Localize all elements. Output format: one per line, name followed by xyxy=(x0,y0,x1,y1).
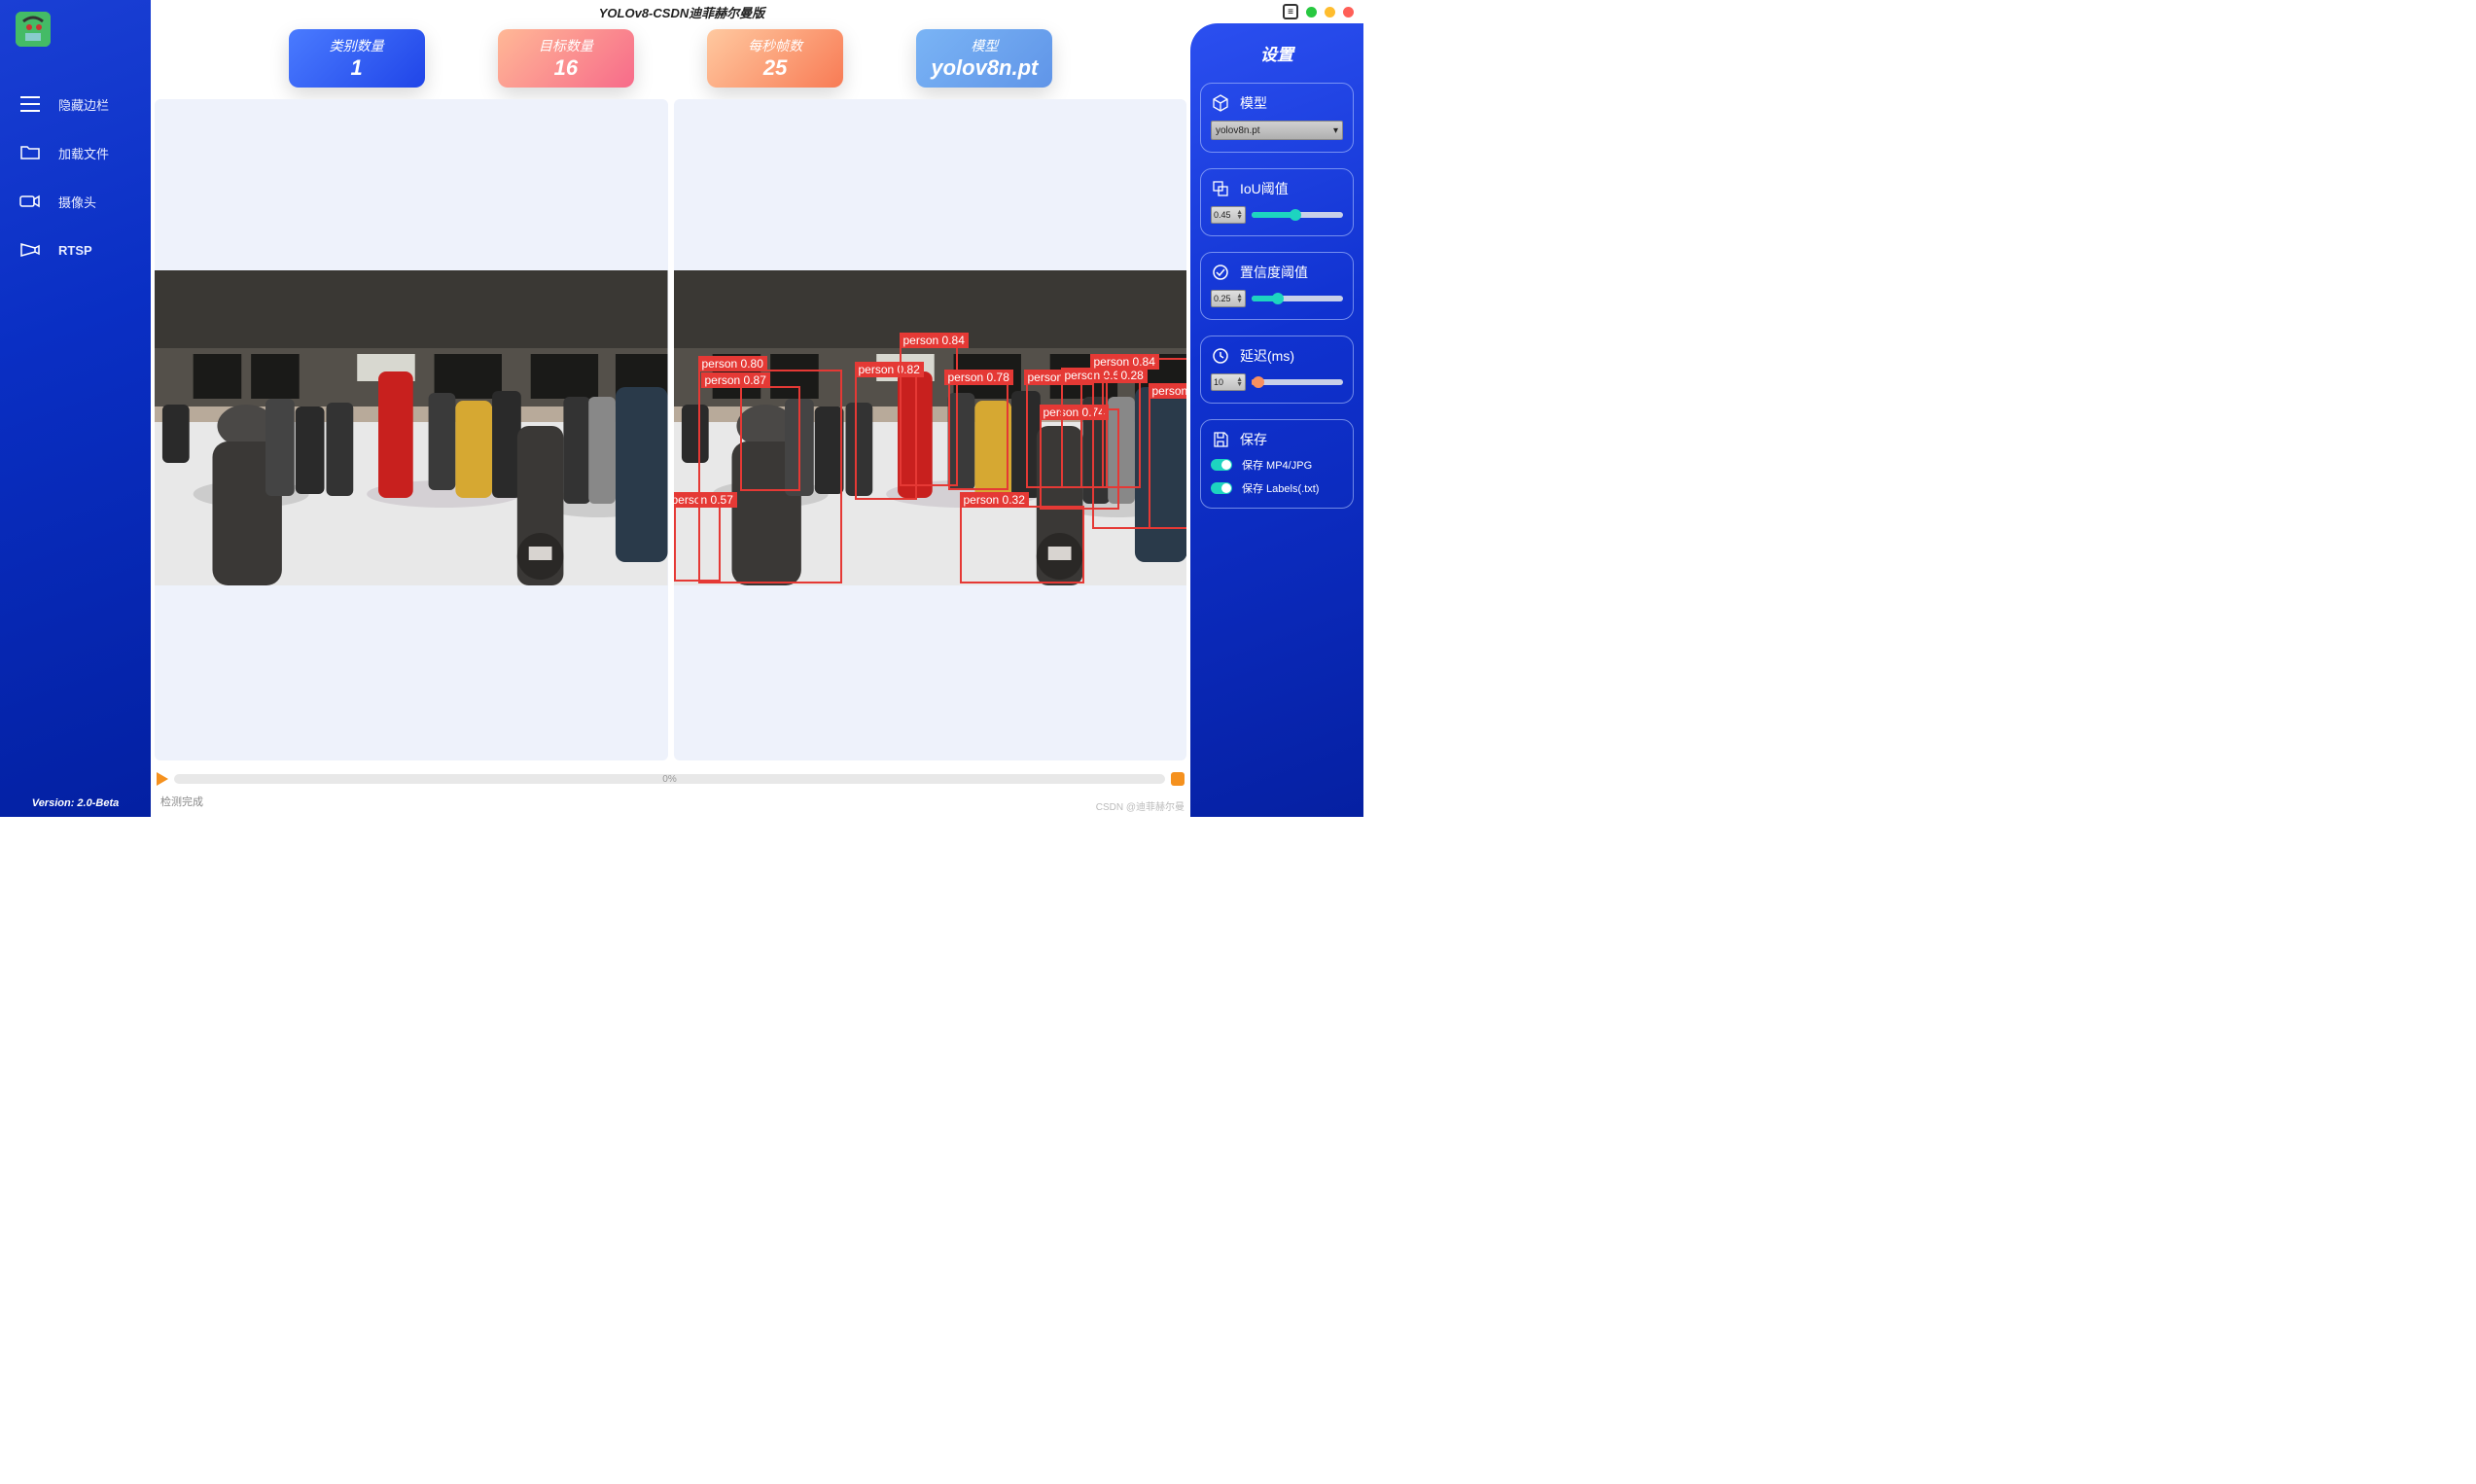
delay-value-box[interactable]: 10▲▼ xyxy=(1211,373,1246,391)
chevron-down-icon: ▾ xyxy=(1333,125,1338,136)
detection-bbox xyxy=(1149,383,1187,529)
cube-icon xyxy=(1211,93,1230,113)
delay-label: 延迟(ms) xyxy=(1240,346,1294,366)
progress-bar[interactable]: 0% xyxy=(174,774,1165,784)
setting-delay: 延迟(ms) 10▲▼ xyxy=(1200,336,1354,404)
detection-bbox xyxy=(740,386,800,491)
folder-icon xyxy=(19,142,41,163)
title-bar: YOLOv8-CSDN迪菲赫尔曼版 ≡ xyxy=(0,0,1363,23)
detection-label: person 0.32 xyxy=(960,492,1029,508)
detection-bbox xyxy=(948,373,1008,490)
sidebar-load-label: 加载文件 xyxy=(58,144,109,162)
save-txt-label: 保存 Labels(.txt) xyxy=(1242,480,1319,496)
sidebar-camera-label: 摄像头 xyxy=(58,193,96,211)
model-select[interactable]: yolov8n.pt ▾ xyxy=(1211,121,1343,140)
save-mp4-label: 保存 MP4/JPG xyxy=(1242,457,1312,473)
clock-icon xyxy=(1211,346,1230,366)
scene-original xyxy=(155,270,668,585)
stats-row: 类别数量 1 目标数量 16 每秒帧数 25 模型 yolov8n.pt xyxy=(155,29,1186,88)
watermark: CSDN @迪菲赫尔曼 xyxy=(1096,798,1185,813)
conf-label: 置信度阈值 xyxy=(1240,263,1308,282)
settings-panel: 设置 模型 yolov8n.pt ▾ IoU阈值 0.45▲▼ 置信度阈值 xyxy=(1190,23,1363,817)
sidebar-hide-label: 隐藏边栏 xyxy=(58,95,109,114)
camera-icon xyxy=(19,191,41,212)
detection-label: person 0.78 xyxy=(944,370,1013,385)
iou-icon xyxy=(1211,179,1230,198)
version-text: Version: 2.0-Beta xyxy=(0,797,151,809)
play-button[interactable] xyxy=(157,772,168,786)
main-area: 类别数量 1 目标数量 16 每秒帧数 25 模型 yolov8n.pt xyxy=(151,23,1190,817)
setting-conf: 置信度阈值 0.25▲▼ xyxy=(1200,252,1354,320)
menu-icon[interactable]: ≡ xyxy=(1283,4,1298,19)
model-label: 模型 xyxy=(1240,93,1267,113)
progress-row: 0% xyxy=(157,770,1185,788)
sidebar-rtsp-label: RTSP xyxy=(58,243,92,258)
sidebar-load-file[interactable]: 加载文件 xyxy=(0,128,151,177)
stat-objects: 目标数量 16 xyxy=(498,29,634,88)
iou-value-box[interactable]: 0.45▲▼ xyxy=(1211,206,1246,224)
save-label: 保存 xyxy=(1240,430,1267,449)
hamburger-icon xyxy=(19,93,41,115)
maximize-icon[interactable] xyxy=(1325,7,1335,18)
settings-title: 设置 xyxy=(1200,41,1354,65)
conf-slider[interactable] xyxy=(1252,296,1343,301)
avatar xyxy=(16,12,51,47)
setting-save: 保存 保存 MP4/JPG 保存 Labels(.txt) xyxy=(1200,419,1354,509)
iou-slider[interactable] xyxy=(1252,212,1343,218)
model-selected: yolov8n.pt xyxy=(1216,125,1260,136)
setting-model: 模型 yolov8n.pt ▾ xyxy=(1200,83,1354,153)
stat-model: 模型 yolov8n.pt xyxy=(916,29,1052,88)
save-icon xyxy=(1211,430,1230,449)
rtsp-icon xyxy=(19,239,41,261)
sidebar-camera[interactable]: 摄像头 xyxy=(0,177,151,226)
left-sidebar: 隐藏边栏 加载文件 摄像头 RTSP Version: 2.0-Beta xyxy=(0,0,151,817)
stat-classes: 类别数量 1 xyxy=(289,29,425,88)
detection-label: person 0.87 xyxy=(701,372,770,388)
sidebar-rtsp[interactable]: RTSP xyxy=(0,226,151,274)
detection-label: person 0.84 xyxy=(1090,354,1159,370)
detection-label: person xyxy=(1149,383,1187,399)
toggle-mp4[interactable] xyxy=(1211,459,1232,471)
window-controls: ≡ xyxy=(1283,4,1354,19)
iou-label: IoU阈值 xyxy=(1240,179,1289,198)
progress-text: 0% xyxy=(662,774,676,785)
detection-bbox xyxy=(960,506,1084,583)
close-icon[interactable] xyxy=(1343,7,1354,18)
conf-value-box[interactable]: 0.25▲▼ xyxy=(1211,290,1246,307)
toggle-txt[interactable] xyxy=(1211,482,1232,494)
delay-slider[interactable] xyxy=(1252,379,1343,385)
setting-iou: IoU阈值 0.45▲▼ xyxy=(1200,168,1354,236)
sidebar-hide[interactable]: 隐藏边栏 xyxy=(0,80,151,128)
minimize-icon[interactable] xyxy=(1306,7,1317,18)
detection-label: person 0.84 xyxy=(900,333,969,348)
video-original xyxy=(155,99,668,760)
detection-label: person 0.80 xyxy=(698,356,767,371)
check-circle-icon xyxy=(1211,263,1230,282)
app-title: YOLOv8-CSDN迪菲赫尔曼版 xyxy=(599,3,764,21)
stat-fps: 每秒帧数 25 xyxy=(707,29,843,88)
status-text: 检测完成 xyxy=(160,794,203,809)
video-row: person 0.57person 0.80person 0.87person … xyxy=(155,99,1186,760)
stop-button[interactable] xyxy=(1171,772,1185,786)
video-detections: person 0.57person 0.80person 0.87person … xyxy=(674,99,1187,760)
